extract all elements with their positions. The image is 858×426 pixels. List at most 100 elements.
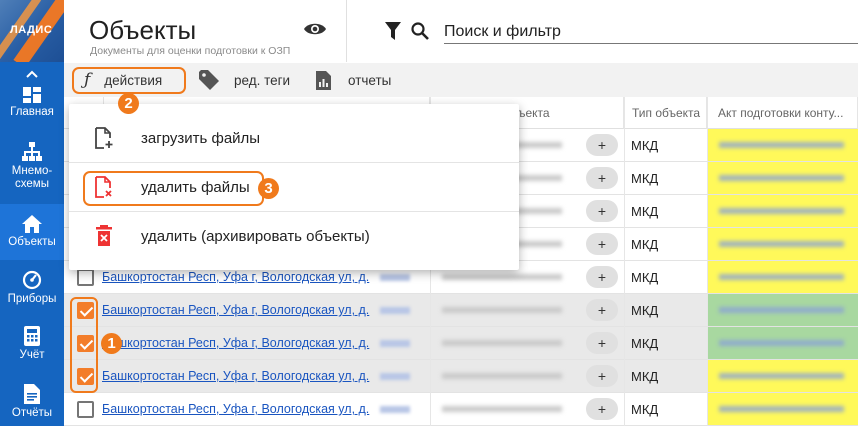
akt-redacted: [719, 307, 844, 313]
eye-icon[interactable]: [303, 21, 327, 42]
row-akt-cell[interactable]: [707, 393, 858, 425]
nav-objects-label: Объекты: [8, 236, 56, 248]
trash-icon: [95, 225, 113, 251]
row-object-type: МКД: [631, 237, 659, 252]
nav-mnemo-label: Мнемо- схемы: [11, 165, 53, 190]
row-object-type: МКД: [631, 171, 659, 186]
row-object-type: МКД: [631, 270, 659, 285]
sidebar: ЛАДИС Главная Мнемо- схемы Объекты Прибо…: [0, 0, 64, 426]
row-object-type: МКД: [631, 402, 659, 417]
akt-redacted: [719, 274, 844, 280]
add-button[interactable]: +: [586, 233, 618, 255]
address-redacted: [380, 406, 410, 413]
address-redacted: [380, 307, 410, 314]
nav-accounting-label: Учёт: [19, 349, 45, 361]
document-icon: [24, 384, 40, 404]
address-redacted: [380, 373, 410, 380]
row-akt-cell[interactable]: [707, 228, 858, 260]
nav-mnemo[interactable]: Мнемо- схемы: [0, 142, 64, 198]
logo[interactable]: ЛАДИС: [0, 0, 64, 62]
row-akt-cell[interactable]: [707, 360, 858, 392]
table-row[interactable]: Башкортостан Респ, Уфа г, Вологодская ул…: [64, 393, 858, 426]
address-redacted: [380, 340, 410, 347]
menu-upload-label: загрузить файлы: [141, 129, 261, 147]
highlight-checkboxes: [70, 297, 98, 393]
nav-reports-label: Отчёты: [11, 407, 53, 419]
akt-redacted: [719, 175, 844, 181]
add-button[interactable]: +: [586, 299, 618, 321]
row-checkbox[interactable]: [77, 401, 94, 418]
row-object-type: МКД: [631, 369, 659, 384]
row-object-type: МКД: [631, 303, 659, 318]
nav-home-label: Главная: [10, 106, 54, 118]
row-akt-cell[interactable]: [707, 327, 858, 359]
nav-home[interactable]: Главная: [0, 87, 64, 127]
akt-redacted: [719, 340, 844, 346]
edit-tags-button[interactable]: ред. теги: [199, 63, 290, 97]
row-akt-cell[interactable]: [707, 261, 858, 293]
col-divider: [624, 97, 625, 426]
sitemap-icon: [22, 142, 42, 161]
nav-accounting[interactable]: Учёт: [0, 326, 64, 366]
th-type[interactable]: Тип объекта: [624, 97, 707, 129]
reports-button[interactable]: отчеты: [316, 63, 391, 97]
search-input[interactable]: [444, 20, 858, 44]
object-redacted: [442, 406, 562, 412]
gauge-icon: [22, 270, 42, 290]
reports-label: отчеты: [348, 72, 392, 88]
step-badge-3: 3: [258, 178, 279, 199]
edit-tags-label: ред. теги: [234, 72, 291, 88]
step-badge-1: 1: [101, 333, 122, 354]
home-icon: [22, 215, 42, 233]
step-badge-2: 2: [118, 93, 139, 114]
object-redacted: [442, 340, 562, 346]
menu-upload-files[interactable]: загрузить файлы: [69, 114, 519, 163]
logo-text: ЛАДИС: [10, 24, 53, 36]
row-akt-cell[interactable]: [707, 129, 858, 161]
row-object-type: МКД: [631, 204, 659, 219]
page-subtitle: Документы для оценки подготовки к ОЗП: [90, 45, 291, 57]
th-object-label: ъекта: [518, 106, 550, 120]
nav-devices-label: Приборы: [7, 293, 57, 305]
tag-icon: [199, 70, 219, 90]
row-address-link[interactable]: Башкортостан Респ, Уфа г, Вологодская ул…: [102, 336, 369, 350]
nav-devices[interactable]: Приборы: [0, 270, 64, 310]
akt-redacted: [719, 142, 844, 148]
nav-reports[interactable]: Отчёты: [0, 384, 64, 424]
object-redacted: [442, 274, 562, 280]
row-address-link[interactable]: Башкортостан Респ, Уфа г, Вологодская ул…: [102, 369, 369, 383]
table-row[interactable]: Башкортостан Респ, Уфа г, Вологодская ул…: [64, 360, 858, 393]
search-icon[interactable]: [411, 22, 429, 45]
add-button[interactable]: +: [586, 365, 618, 387]
col-divider: [707, 97, 708, 426]
table-row[interactable]: Башкортостан Респ, Уфа г, Вологодская ул…: [64, 294, 858, 327]
highlight-actions: [72, 67, 186, 94]
table-row[interactable]: Башкортостан Респ, Уфа г, Вологодская ул…: [64, 327, 858, 360]
file-add-icon: [95, 127, 113, 153]
row-address-link[interactable]: Башкортостан Респ, Уфа г, Вологодская ул…: [102, 303, 369, 317]
menu-archive-objects[interactable]: удалить (архивировать объекты): [69, 212, 519, 261]
add-button[interactable]: +: [586, 332, 618, 354]
row-address-link[interactable]: Башкортостан Респ, Уфа г, Вологодская ул…: [102, 402, 369, 416]
th-akt-label: Акт подготовки конту...: [718, 106, 844, 120]
add-button[interactable]: +: [586, 266, 618, 288]
add-button[interactable]: +: [586, 398, 618, 420]
row-akt-cell[interactable]: [707, 195, 858, 227]
row-address-link[interactable]: Башкортостан Респ, Уфа г, Вологодская ул…: [102, 270, 369, 284]
nav-objects[interactable]: Объекты: [0, 204, 64, 260]
row-akt-cell[interactable]: [707, 294, 858, 326]
add-button[interactable]: +: [586, 200, 618, 222]
row-checkbox[interactable]: [77, 269, 94, 286]
menu-archive-label: удалить (архивировать объекты): [141, 228, 370, 245]
th-akt[interactable]: Акт подготовки конту...: [707, 97, 858, 129]
header-divider: [346, 0, 347, 62]
add-button[interactable]: +: [586, 167, 618, 189]
akt-redacted: [719, 241, 844, 247]
th-type-label: Тип объекта: [632, 106, 701, 120]
chevron-up-icon[interactable]: [0, 66, 64, 82]
row-akt-cell[interactable]: [707, 162, 858, 194]
filter-icon[interactable]: [385, 22, 401, 45]
address-redacted: [380, 274, 410, 281]
akt-redacted: [719, 406, 844, 412]
add-button[interactable]: +: [586, 134, 618, 156]
